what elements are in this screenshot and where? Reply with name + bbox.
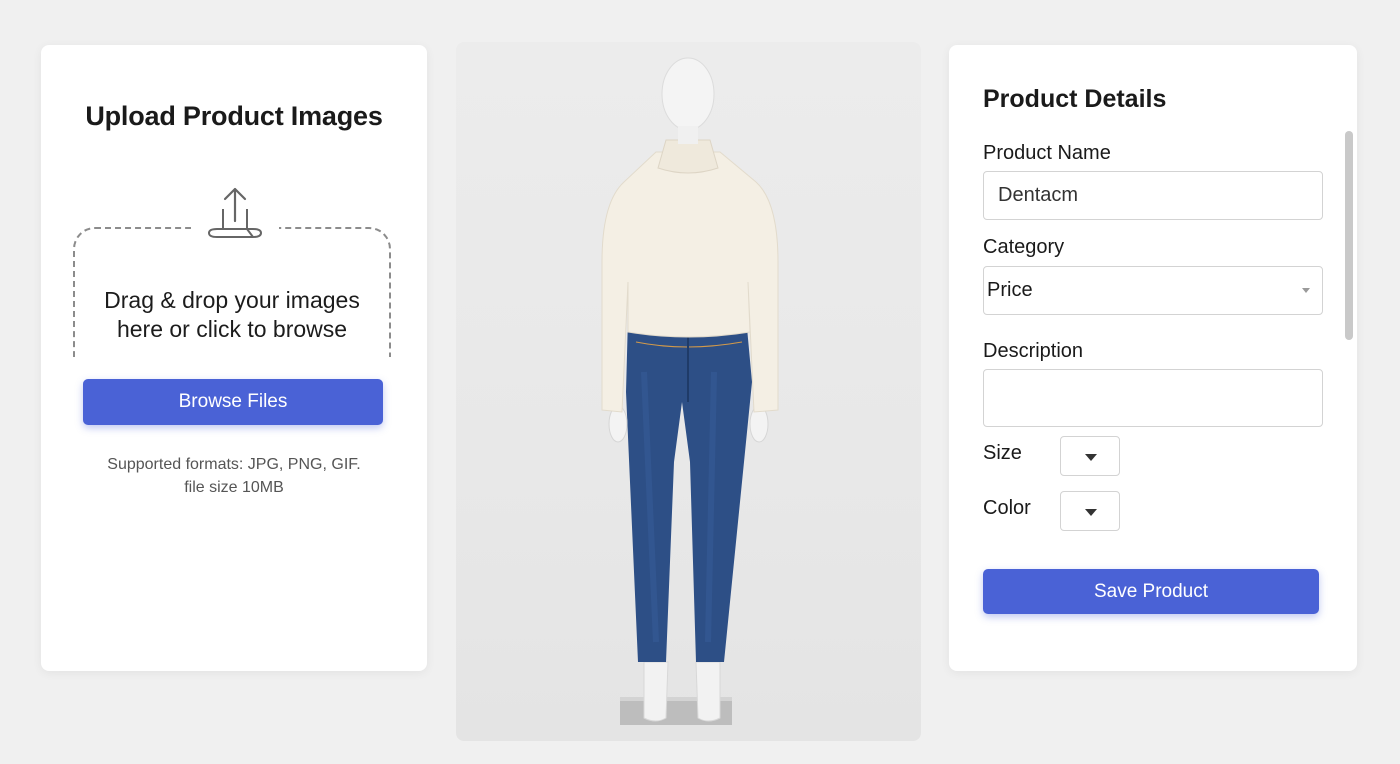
caret-down-icon bbox=[1085, 509, 1097, 516]
description-label: Description bbox=[983, 340, 1084, 362]
upload-title: Upload Product Images bbox=[85, 101, 383, 131]
drop-instructions: Drag & drop your images here or click to… bbox=[73, 286, 391, 344]
upload-card: Upload Product Images Drag & drop your i… bbox=[41, 45, 427, 671]
save-product-button[interactable]: Save Product bbox=[983, 569, 1319, 614]
chevron-down-icon bbox=[1302, 288, 1310, 293]
color-label: Color bbox=[983, 497, 1031, 519]
supported-formats-note: Supported formats: JPG, PNG, GIF. file s… bbox=[41, 453, 427, 499]
product-upload-page: Upload Product Images Drag & drop your i… bbox=[0, 0, 1400, 764]
product-details-card: Product Details Product Name Category Pr… bbox=[949, 45, 1357, 671]
drop-text-line-1: Drag & drop your images bbox=[104, 287, 360, 313]
mannequin-illustration bbox=[601, 57, 779, 725]
drop-text-line-2: here or click to browse bbox=[116, 316, 348, 342]
browse-files-button[interactable]: Browse Files bbox=[83, 379, 383, 425]
product-name-label: Product Name bbox=[983, 142, 1111, 164]
size-label: Size bbox=[983, 442, 1022, 464]
upload-icon bbox=[191, 185, 279, 249]
category-selected-value: Price bbox=[987, 279, 1033, 301]
details-title: Product Details bbox=[983, 85, 1167, 113]
formats-line-2: file size 10MB bbox=[184, 479, 284, 496]
category-label: Category bbox=[983, 236, 1065, 258]
caret-down-icon bbox=[1085, 454, 1097, 461]
scrollbar-thumb[interactable] bbox=[1345, 131, 1353, 340]
product-image-preview bbox=[456, 42, 921, 741]
description-input[interactable] bbox=[983, 369, 1323, 427]
size-select[interactable] bbox=[1060, 436, 1120, 476]
formats-line-1: Supported formats: JPG, PNG, GIF. bbox=[107, 456, 361, 473]
category-select[interactable]: Price bbox=[983, 266, 1323, 315]
color-select[interactable] bbox=[1060, 491, 1120, 531]
product-name-input[interactable] bbox=[983, 171, 1323, 220]
